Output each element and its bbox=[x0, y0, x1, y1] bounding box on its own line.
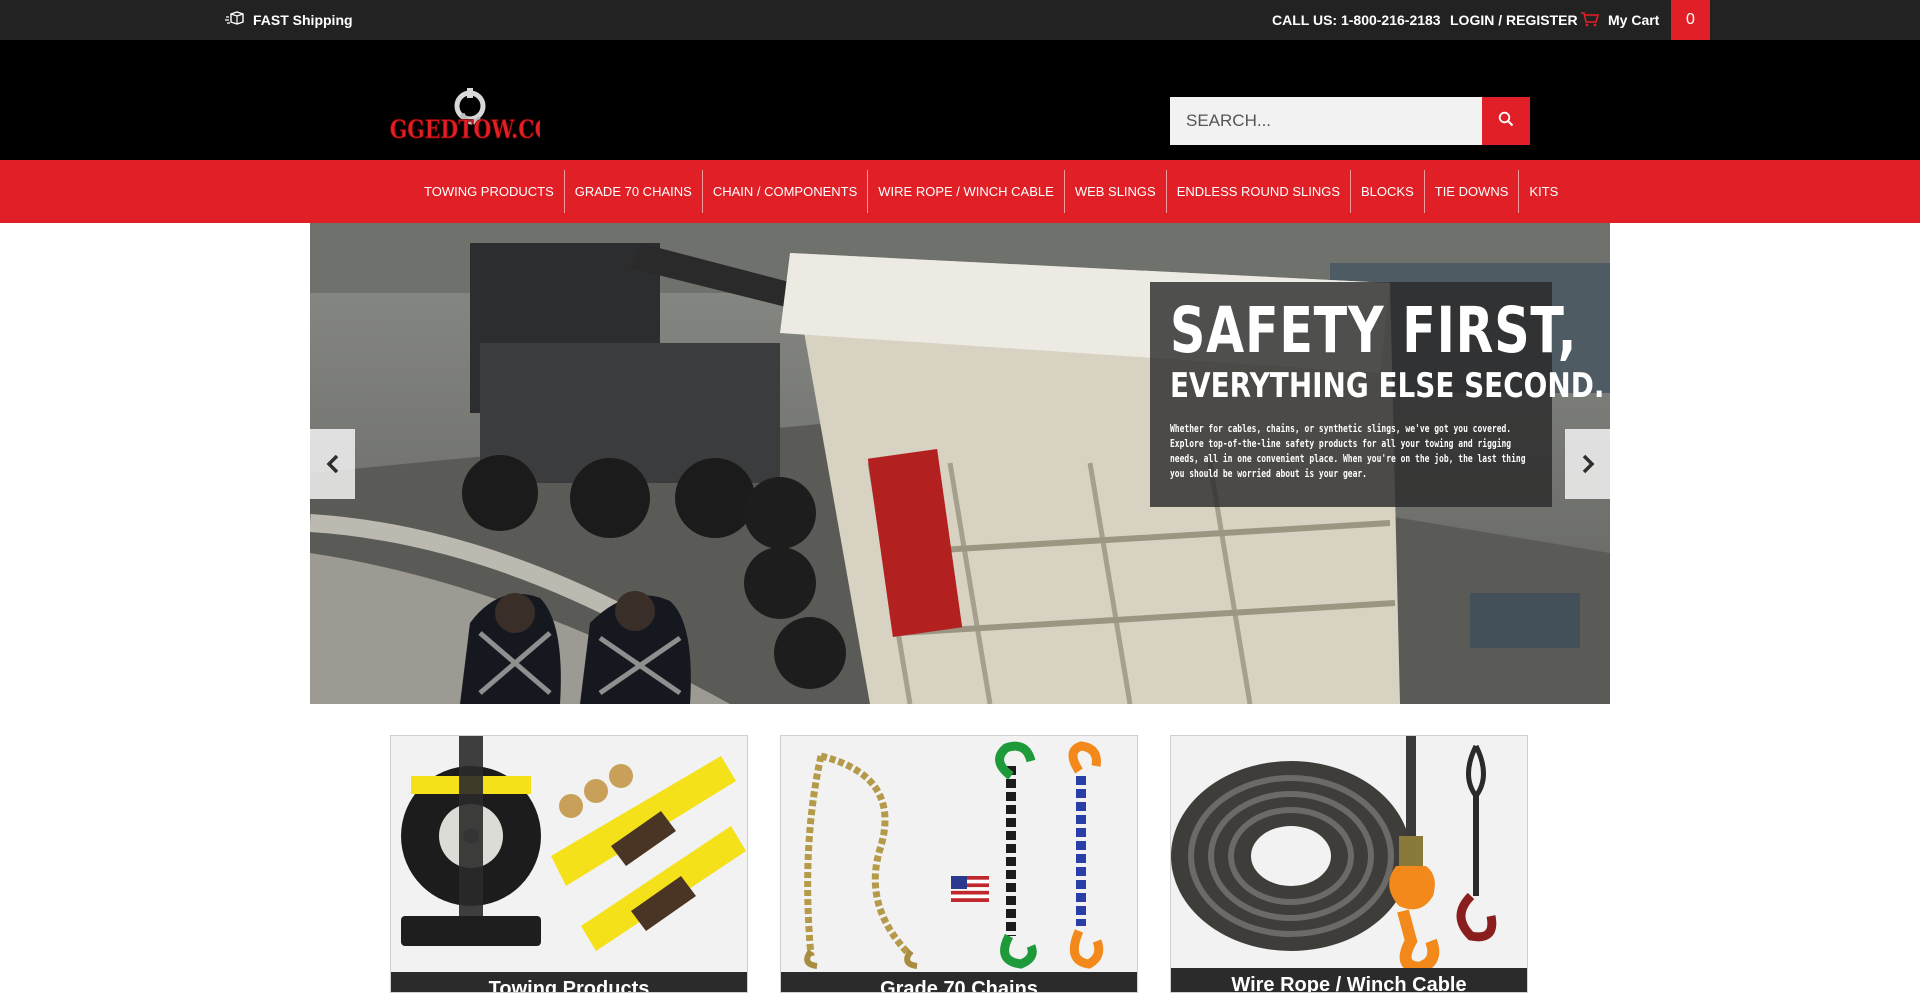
promo-headline: SAFETY FIRST, bbox=[1170, 294, 1578, 367]
nav-item-tie-downs[interactable]: TIE DOWNS bbox=[1425, 170, 1520, 213]
category-card-grade-70-chains[interactable]: Grade 70 Chains bbox=[780, 735, 1138, 993]
towing-products-image bbox=[391, 736, 747, 972]
nav-item-blocks[interactable]: BLOCKS bbox=[1351, 170, 1425, 213]
category-card-wire-rope-winch-cable[interactable]: Wire Rope / Winch Cable bbox=[1170, 735, 1528, 993]
slider-prev-button[interactable] bbox=[310, 429, 355, 499]
category-card-towing-products[interactable]: Towing Products bbox=[390, 735, 748, 993]
promo-subheadline: EVERYTHING ELSE SECOND. bbox=[1170, 366, 1605, 406]
shipping-label: FAST Shipping bbox=[253, 12, 353, 28]
my-cart-link[interactable]: My Cart bbox=[1580, 0, 1659, 40]
slider-next-button[interactable] bbox=[1565, 429, 1610, 499]
hero-slider: SAFETY FIRST, EVERYTHING ELSE SECOND. Wh… bbox=[310, 223, 1610, 704]
top-bar: FAST Shipping CALL US: 1-800-216-2183 LO… bbox=[0, 0, 1920, 40]
fast-shipping: FAST Shipping bbox=[225, 0, 353, 40]
nav-item-kits[interactable]: KITS bbox=[1519, 170, 1568, 213]
search-icon bbox=[1498, 111, 1514, 132]
shipping-box-icon bbox=[225, 10, 245, 30]
main-navigation: TOWING PRODUCTS GRADE 70 CHAINS CHAIN / … bbox=[0, 160, 1920, 223]
cart-icon bbox=[1580, 11, 1600, 30]
login-register-link[interactable]: LOGIN / REGISTER bbox=[1450, 0, 1578, 40]
search-button[interactable] bbox=[1482, 97, 1530, 145]
site-header: RUGGEDTOW.COM bbox=[0, 40, 1920, 160]
promo-body: Whether for cables, chains, or synthetic… bbox=[1170, 423, 1526, 480]
nav-item-wire-rope-winch-cable[interactable]: WIRE ROPE / WINCH CABLE bbox=[868, 170, 1065, 213]
category-caption: Wire Rope / Winch Cable bbox=[1171, 968, 1527, 992]
wire-rope-winch-cable-image bbox=[1171, 736, 1527, 968]
promo-overlay: SAFETY FIRST, EVERYTHING ELSE SECOND. Wh… bbox=[1150, 282, 1605, 507]
nav-item-towing-products[interactable]: TOWING PRODUCTS bbox=[414, 170, 565, 213]
nav-item-endless-round-slings[interactable]: ENDLESS ROUND SLINGS bbox=[1167, 170, 1351, 213]
cart-count-badge[interactable]: 0 bbox=[1671, 0, 1710, 40]
call-us: CALL US: 1-800-216-2183 bbox=[1272, 12, 1441, 28]
nav-item-web-slings[interactable]: WEB SLINGS bbox=[1065, 170, 1167, 213]
nav-item-grade-70-chains[interactable]: GRADE 70 CHAINS bbox=[565, 170, 703, 213]
search-input[interactable] bbox=[1170, 97, 1482, 145]
cart-label: My Cart bbox=[1608, 12, 1660, 28]
category-caption: Towing Products bbox=[391, 972, 747, 992]
grade-70-chains-image bbox=[781, 736, 1137, 972]
ruggedtow-logo[interactable]: RUGGEDTOW.COM bbox=[355, 84, 575, 152]
nav-item-chain-components[interactable]: CHAIN / COMPONENTS bbox=[703, 170, 869, 213]
search-form bbox=[1170, 97, 1530, 145]
chevron-right-icon bbox=[1580, 454, 1596, 474]
category-caption: Grade 70 Chains bbox=[781, 972, 1137, 992]
chevron-left-icon bbox=[325, 454, 341, 474]
logo-text: RUGGEDTOW.COM bbox=[390, 116, 540, 144]
